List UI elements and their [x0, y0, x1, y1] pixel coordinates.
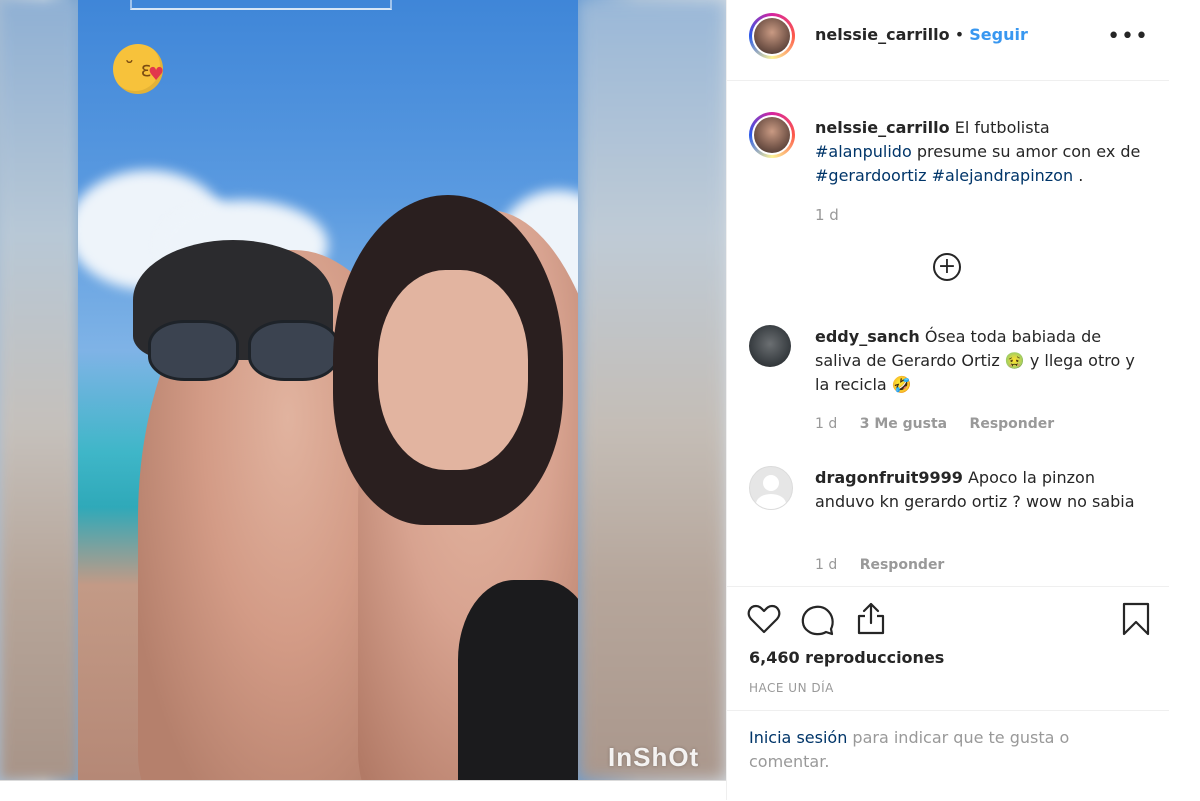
- commenter-avatar[interactable]: [749, 325, 791, 367]
- comment-icon[interactable]: [801, 603, 835, 637]
- actions-divider: [727, 586, 1169, 588]
- login-prompt: Inicia sesión para indicar que te gusta …: [749, 726, 1109, 774]
- login-divider: [727, 710, 1169, 711]
- sunglasses: [148, 320, 339, 381]
- comment: dragonfruit9999 Apoco la pinzon anduvo k…: [815, 466, 1135, 514]
- separator-dot: •: [954, 25, 965, 44]
- more-options-icon[interactable]: •••: [1107, 24, 1149, 49]
- reply-button[interactable]: Responder: [860, 557, 945, 573]
- reply-button[interactable]: Responder: [970, 416, 1055, 432]
- post-details-panel: nelssie_carrillo • Seguir ••• nelssie_ca…: [726, 0, 1169, 800]
- caption-text: presume su amor con ex de: [916, 142, 1141, 161]
- heart-icon[interactable]: [747, 603, 781, 635]
- caption-text: El futbolista: [954, 118, 1050, 137]
- watermark: InShOt: [608, 742, 700, 772]
- comment-meta: 1 d Responder: [815, 557, 962, 573]
- caption: nelssie_carrillo El futbolista #alanpuli…: [815, 116, 1145, 188]
- login-link[interactable]: Inicia sesión: [749, 728, 847, 747]
- bookmark-icon[interactable]: [1121, 602, 1151, 636]
- caption-username[interactable]: nelssie_carrillo: [815, 118, 950, 137]
- caption-avatar[interactable]: [749, 112, 795, 158]
- hashtag-link[interactable]: #alejandrapinzon: [932, 166, 1074, 185]
- media-top-overlay: [130, 0, 392, 10]
- comment-time: 1 d: [815, 416, 838, 432]
- view-count: 6,460 reproducciones: [749, 648, 945, 667]
- post-header: nelssie_carrillo • Seguir •••: [727, 0, 1169, 81]
- media-blur-left: [0, 0, 78, 780]
- caption-text: .: [1078, 166, 1084, 185]
- hashtag-link[interactable]: #gerardoortiz: [815, 166, 927, 185]
- username-link[interactable]: nelssie_carrillo: [815, 25, 950, 44]
- follow-button[interactable]: Seguir: [969, 25, 1028, 44]
- swimsuit: [458, 580, 578, 780]
- woman-face: [378, 270, 528, 470]
- caption-time: 1 d: [815, 206, 839, 224]
- share-icon[interactable]: [855, 601, 887, 635]
- comment-username[interactable]: eddy_sanch: [815, 327, 920, 346]
- media-blur-right: [578, 0, 726, 780]
- load-more-comments-button[interactable]: +: [933, 253, 961, 281]
- video-frame[interactable]: [78, 0, 578, 780]
- comment-time: 1 d: [815, 557, 838, 573]
- default-avatar-icon[interactable]: [749, 466, 793, 510]
- comment-likes[interactable]: 3 Me gusta: [860, 416, 947, 432]
- post-time: HACE UN DÍA: [749, 681, 834, 695]
- post-media[interactable]: ˘ ε ♥ InShOt: [0, 0, 726, 780]
- comment-username[interactable]: dragonfruit9999: [815, 468, 963, 487]
- avatar[interactable]: [749, 13, 795, 59]
- heart-emoji-icon: ♥: [148, 64, 165, 85]
- comment: eddy_sanch Ósea toda babiada de saliva d…: [815, 325, 1135, 397]
- comment-meta: 1 d 3 Me gusta Responder: [815, 416, 1072, 432]
- hashtag-link[interactable]: #alanpulido: [815, 142, 912, 161]
- media-bottom-border: [0, 780, 726, 801]
